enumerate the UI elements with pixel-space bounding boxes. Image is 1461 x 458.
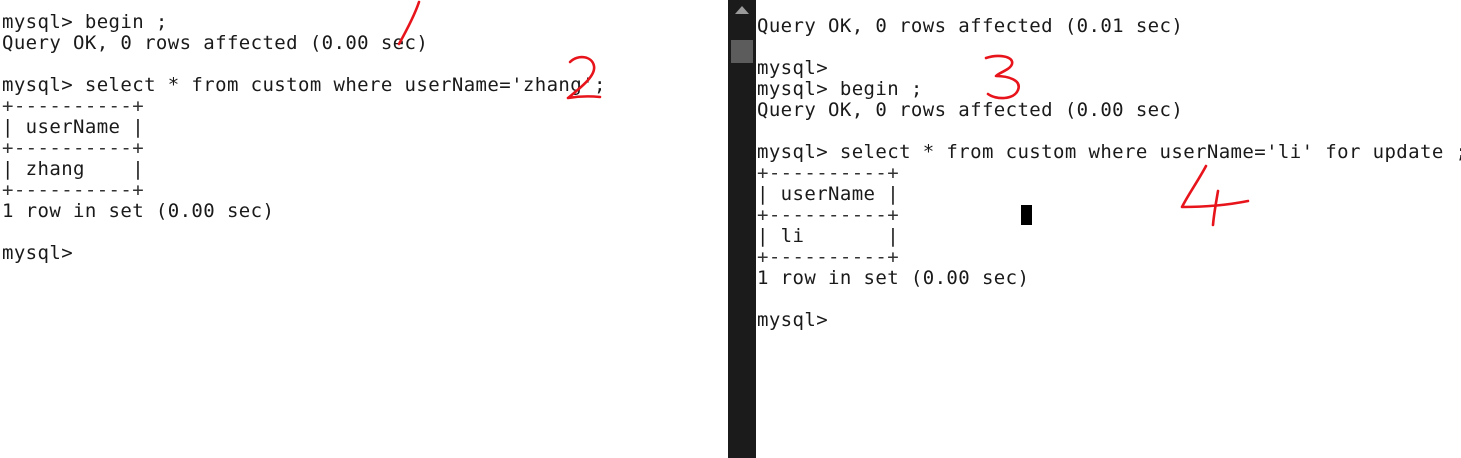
terminal-line: mysql> begin ; [2, 11, 168, 33]
table-border: +----------+ [2, 137, 145, 159]
terminal-line: Query OK, 0 rows affected (0.01 sec) [757, 15, 1184, 37]
annotation-mark-3 [984, 54, 1020, 100]
terminal-line: 1 row in set (0.00 sec) [2, 200, 275, 222]
terminal-line: mysql> select * from custom where userNa… [2, 74, 606, 96]
terminal-line: mysql> begin ; [757, 78, 923, 100]
scroll-up-arrow-icon[interactable] [735, 6, 749, 14]
table-row: | li | [757, 225, 900, 247]
text-cursor [1021, 205, 1032, 225]
table-row: | zhang | [2, 158, 145, 180]
left-terminal-window[interactable]: mysql> begin ; Query OK, 0 rows affected… [0, 0, 728, 458]
table-border: +----------+ [757, 204, 900, 226]
table-header: | userName | [757, 183, 900, 205]
table-border: +----------+ [2, 179, 145, 201]
terminal-prompt: mysql> [757, 57, 829, 79]
vertical-scrollbar[interactable] [728, 0, 756, 458]
terminal-line: mysql> select * from custom where userNa… [757, 141, 1461, 163]
scrollbar-thumb[interactable] [731, 40, 753, 63]
terminal-prompt: mysql> [757, 309, 829, 331]
annotation-mark-1 [397, 0, 421, 46]
table-header: | userName | [2, 116, 145, 138]
terminal-line: Query OK, 0 rows affected (0.00 sec) [2, 32, 429, 54]
table-border: +----------+ [757, 162, 900, 184]
annotation-mark-4 [1180, 164, 1250, 227]
table-border: +----------+ [2, 95, 145, 117]
table-border: +----------+ [757, 246, 900, 268]
terminal-line: Query OK, 0 rows affected (0.00 sec) [757, 99, 1184, 121]
terminal-line: 1 row in set (0.00 sec) [757, 267, 1030, 289]
annotation-mark-2 [566, 55, 602, 100]
terminal-prompt: mysql> [2, 242, 74, 264]
right-terminal-window[interactable]: Query OK, 0 rows affected (0.01 sec) mys… [756, 0, 1461, 458]
